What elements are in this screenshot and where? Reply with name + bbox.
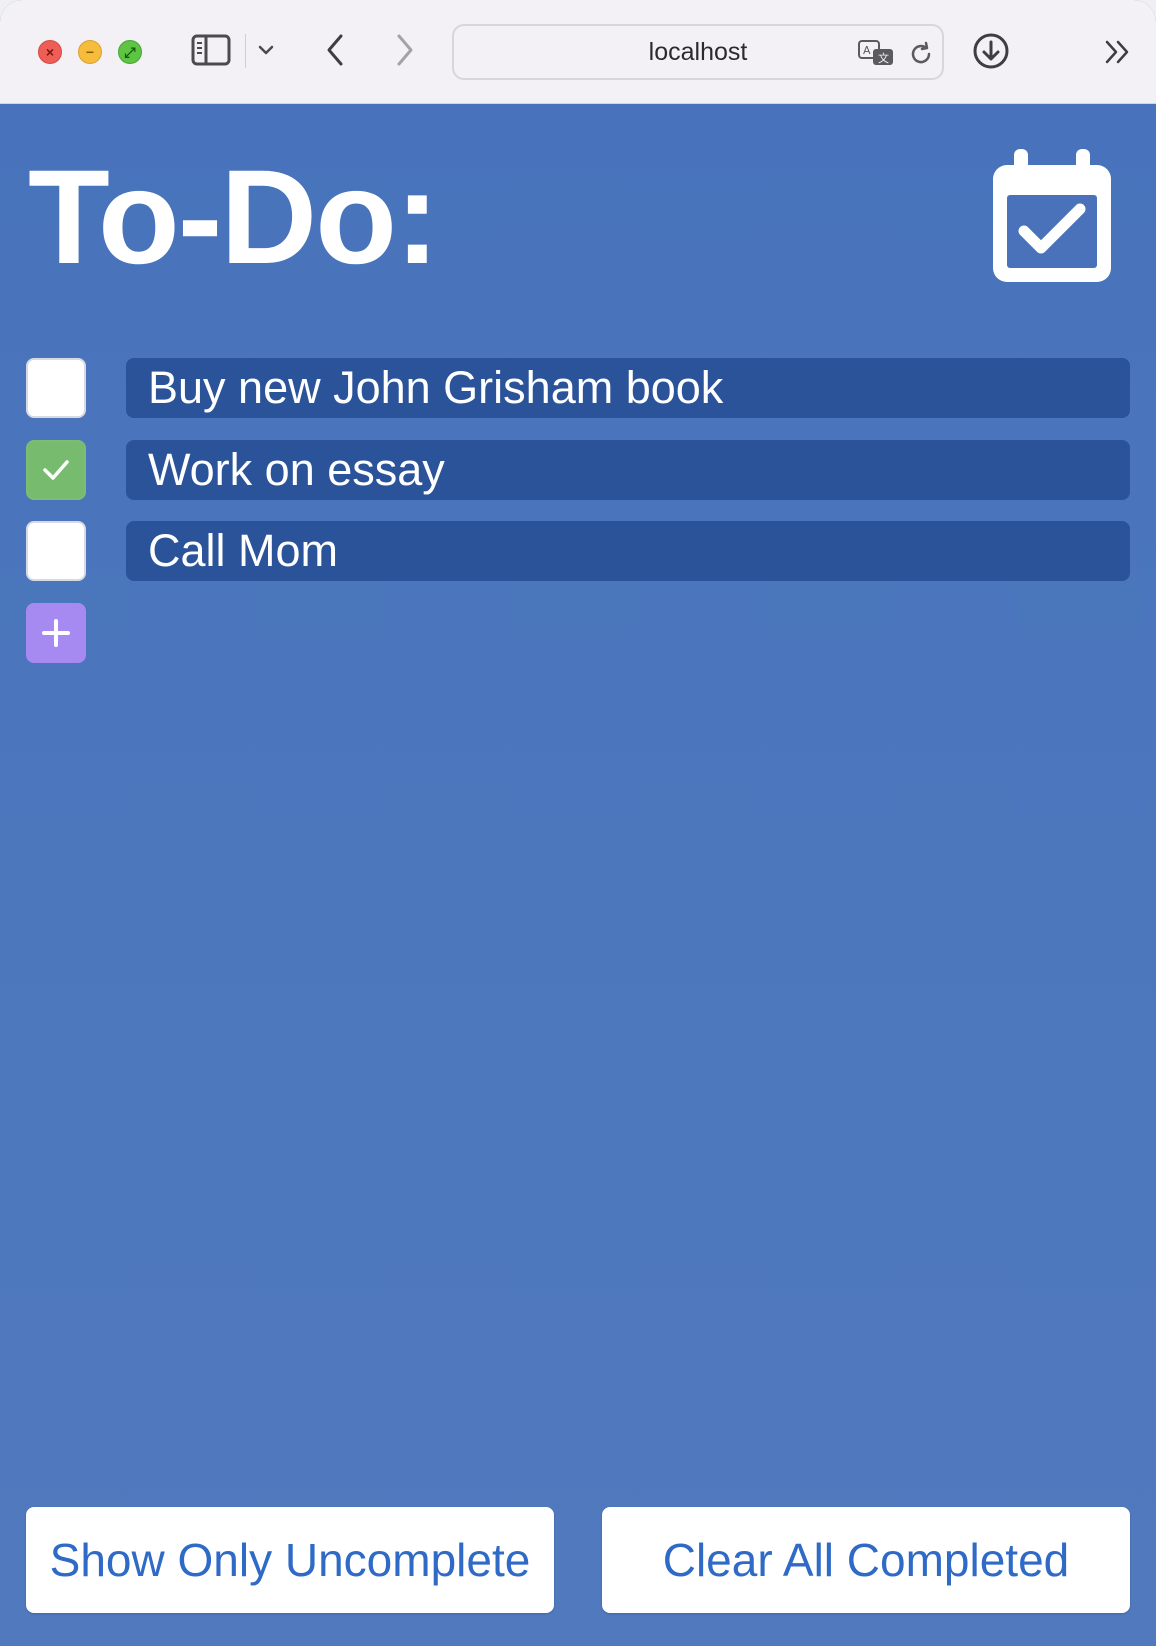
todo-text-input[interactable]: Buy new John Grisham book — [126, 358, 1130, 418]
fullscreen-icon: ⤢ — [124, 44, 136, 60]
todo-item: Buy new John Grisham book — [26, 357, 1130, 419]
forward-arrow-icon — [397, 34, 413, 66]
todo-text-input[interactable]: Call Mom — [126, 521, 1130, 581]
close-icon: × — [45, 44, 55, 60]
checkmark-icon — [43, 460, 69, 480]
clear-completed-button[interactable]: Clear All Completed — [602, 1507, 1130, 1613]
more-chevrons-icon — [1105, 40, 1129, 64]
todo-item: Call Mom — [26, 520, 1130, 582]
browser-toolbar: × − ⤢ localhost A 文 — [0, 0, 1156, 104]
window-zoom-button[interactable]: ⤢ — [118, 40, 142, 64]
show-uncomplete-button[interactable]: Show Only Uncomplete — [26, 1507, 554, 1613]
page-title: To-Do: — [28, 143, 440, 292]
download-icon — [973, 33, 1009, 69]
todo-app: To-Do: Buy new John Grisham book Work on… — [0, 105, 1156, 1646]
downloads-button[interactable] — [970, 30, 1012, 72]
todo-checkbox[interactable] — [26, 440, 86, 500]
sidebar-icon — [191, 34, 231, 66]
todo-checkbox[interactable] — [26, 358, 86, 418]
reload-icon — [911, 41, 931, 64]
back-arrow-icon — [327, 34, 343, 66]
sidebar-toggle-button[interactable] — [190, 32, 232, 68]
window-close-button[interactable]: × — [38, 40, 62, 64]
calendar-check-icon — [993, 149, 1111, 282]
add-todo-button[interactable] — [26, 603, 86, 663]
svg-text:A: A — [863, 44, 871, 57]
window-minimize-button[interactable]: − — [78, 40, 102, 64]
browser-window: × − ⤢ localhost A 文 To-Do: Buy new John … — [0, 0, 1156, 1646]
chevron-down-icon — [258, 45, 274, 55]
translate-icon: A 文 — [858, 40, 893, 65]
plus-icon — [42, 619, 70, 647]
minimize-icon: − — [85, 44, 95, 60]
svg-text:文: 文 — [878, 51, 889, 65]
back-button[interactable] — [318, 30, 352, 70]
toolbar-divider — [245, 34, 246, 68]
translate-button[interactable]: A 文 — [856, 37, 896, 71]
todo-checkbox[interactable] — [26, 521, 86, 581]
more-tools-button[interactable] — [1100, 34, 1136, 70]
reload-button[interactable] — [904, 37, 938, 71]
forward-button[interactable] — [388, 30, 422, 70]
todo-item: Work on essay — [26, 439, 1130, 501]
calendar-button[interactable] — [990, 149, 1114, 285]
address-bar[interactable]: localhost A 文 — [452, 24, 944, 80]
todo-text-input[interactable]: Work on essay — [126, 440, 1130, 500]
sidebar-menu-button[interactable] — [252, 36, 280, 64]
